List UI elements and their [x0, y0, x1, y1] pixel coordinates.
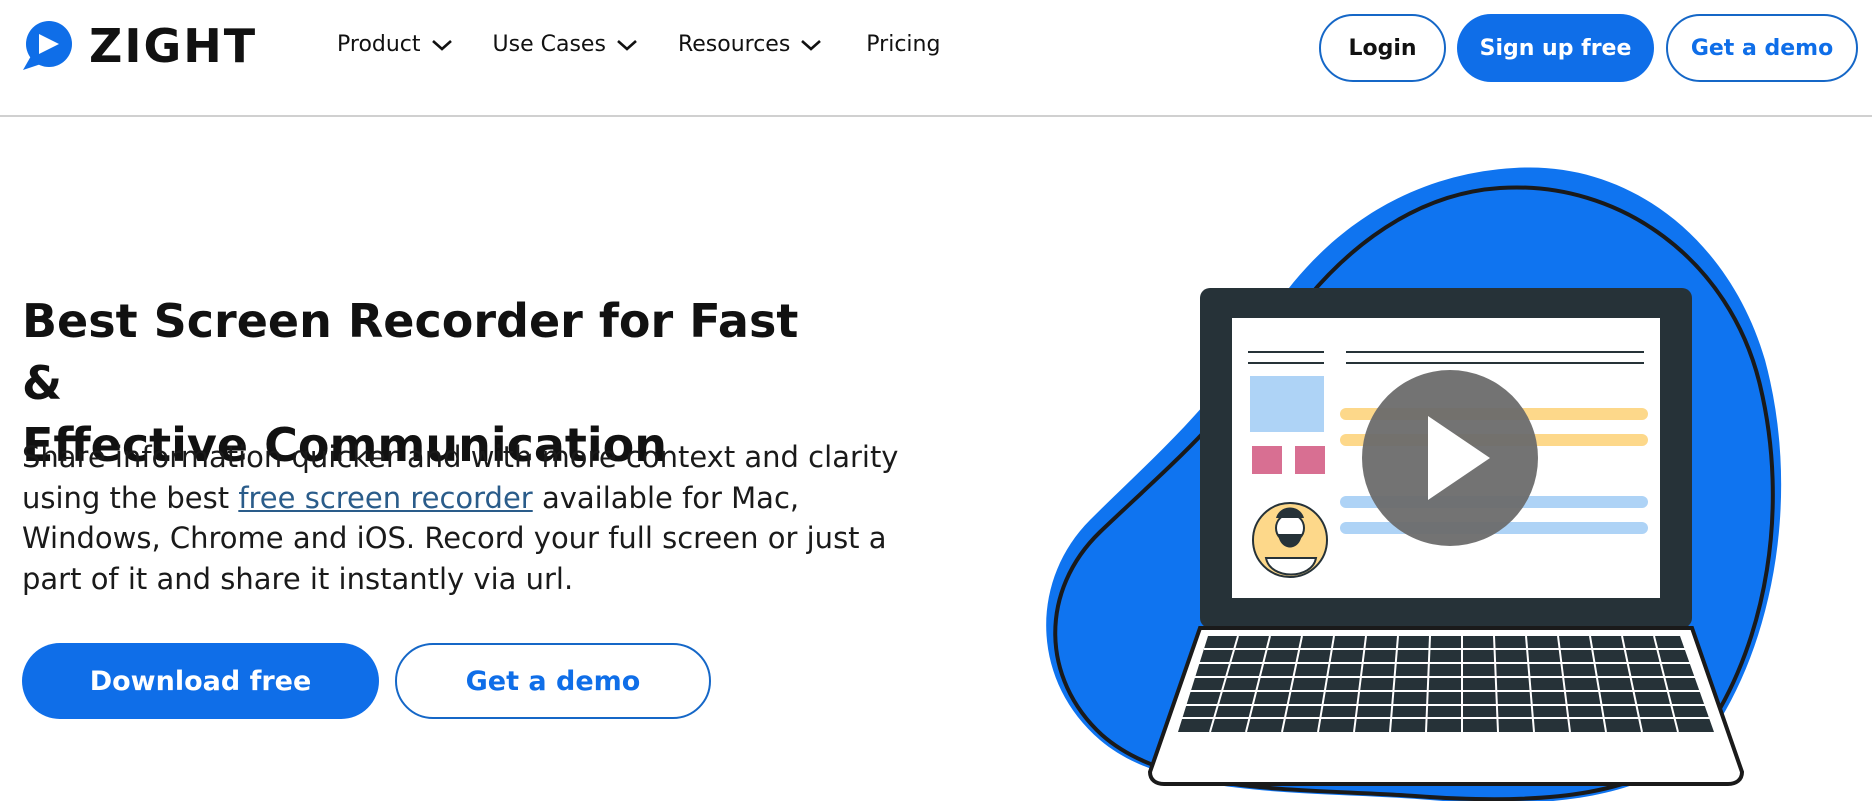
nav-item-label: Use Cases [492, 32, 606, 57]
main-nav: Product Use Cases Resources Pricing [337, 32, 940, 57]
chevron-down-icon [617, 39, 637, 51]
site-header: ZIGHT Product Use Cases Resources Pricin… [0, 0, 1872, 117]
login-button[interactable]: Login [1319, 14, 1446, 82]
download-free-button[interactable]: Download free [22, 643, 379, 719]
headline-line-1: Best Screen Recorder for Fast & [22, 294, 799, 410]
nav-item-label: Resources [677, 32, 791, 57]
nav-item-product[interactable]: Product [337, 32, 453, 57]
nav-item-resources[interactable]: Resources [678, 32, 822, 57]
nav-item-label: Pricing [866, 32, 941, 57]
chevron-down-icon [801, 39, 822, 51]
free-screen-recorder-link[interactable]: free screen recorder [238, 481, 532, 515]
laptop-illustration [1046, 167, 1782, 801]
hero-description: Share information quicker and with more … [22, 437, 922, 599]
header-get-demo-button[interactable]: Get a demo [1666, 14, 1858, 82]
brand-name: ZIGHT [89, 19, 258, 73]
nav-item-pricing[interactable]: Pricing [866, 32, 940, 57]
avatar-icon [1252, 502, 1328, 578]
play-icon [1362, 370, 1538, 546]
sign-up-button[interactable]: Sign up free [1457, 14, 1654, 82]
nav-item-use-cases[interactable]: Use Cases [493, 32, 638, 57]
hero-get-demo-button[interactable]: Get a demo [395, 643, 711, 719]
nav-item-label: Product [337, 32, 421, 57]
zight-logo-icon [23, 21, 72, 70]
chevron-down-icon [431, 39, 452, 51]
logo[interactable]: ZIGHT [21, 19, 258, 73]
